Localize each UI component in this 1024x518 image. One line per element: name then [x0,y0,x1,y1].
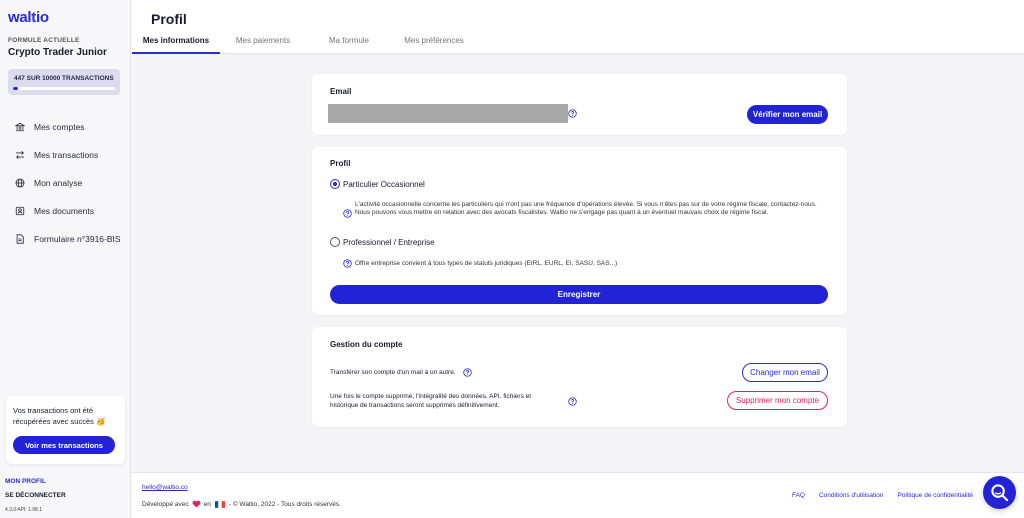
footer-dev-prefix: Développé avec [142,500,189,508]
transaction-quota: 447 SUR 10000 TRANSACTIONS [8,69,120,95]
verify-email-button[interactable]: Vérifier mon email [747,105,828,124]
sidebar-item-label: Formulaire n°3916-BIS [34,234,121,244]
plan-name: Crypto Trader Junior [8,47,107,58]
footer-links: FAQ Conditions d'utilisation Politique d… [792,492,973,499]
faq-link[interactable]: FAQ [792,492,805,499]
sidebar-item-formulaire[interactable]: Formulaire n°3916-BIS [0,225,131,253]
transfer-account-text: Transférer son compte d'un mail à un aut… [330,369,456,376]
tab-ma-formule[interactable]: Ma formule [306,33,392,54]
my-profile-link[interactable]: MON PROFIL [5,478,46,485]
sync-success-text: Vos transactions ont été récupérées avec… [13,406,106,426]
help-icon[interactable] [568,109,577,118]
sidebar-nav: Mes comptes Mes transactions Mon analyse… [0,113,131,253]
transaction-quota-text: 447 SUR 10000 TRANSACTIONS [14,75,114,82]
sidebar-item-mes-transactions[interactable]: Mes transactions [0,141,131,169]
arrows-icon [15,150,25,160]
sidebar-item-label: Mes documents [34,206,94,216]
terms-link[interactable]: Conditions d'utilisation [819,492,883,499]
help-icon[interactable] [463,368,472,377]
email-card-title: Email [330,87,352,96]
profile-type-card: Profil Particulier Occasionnel L'activit… [312,147,847,315]
bank-icon [15,122,25,132]
account-management-card: Gestion du compte Transférer son compte … [312,327,847,427]
sidebar-item-label: Mes comptes [34,122,85,132]
logout-link[interactable]: SE DÉCONNECTER [5,492,66,499]
page-header: Profil Mes informations Mes paiements Ma… [132,0,1024,54]
transaction-quota-bar [13,87,115,90]
sidebar-item-mes-documents[interactable]: Mes documents [0,197,131,225]
footer-credits: Développé avec en - © Waltio, 2022 - Tou… [142,500,341,508]
tab-mes-paiements[interactable]: Mes paiements [220,33,306,54]
sidebar-item-mes-comptes[interactable]: Mes comptes [0,113,131,141]
help-icon[interactable] [343,259,352,268]
sidebar-item-label: Mon analyse [34,178,83,188]
heart-icon [192,500,201,508]
sidebar-item-label: Mes transactions [34,150,99,160]
email-input[interactable] [328,104,568,123]
help-icon[interactable] [343,209,352,218]
transaction-quota-fill [13,87,18,90]
page-footer: hello@waltio.co Développé avec en - © Wa… [132,472,1024,518]
change-email-button[interactable]: Changer mon email [742,363,828,382]
save-button[interactable]: Enregistrer [330,285,828,304]
profile-card-title: Profil [330,159,351,168]
sidebar-item-mon-analyse[interactable]: Mon analyse [0,169,131,197]
footer-dev-in: en [203,500,211,508]
app-version: 4.3.0 API: 1.98.1 [5,507,42,513]
email-card: Email Vérifier mon email [312,74,847,135]
profile-tabs: Mes informations Mes paiements Ma formul… [132,33,476,54]
sidebar: waltio FORMULE ACTUELLE Crypto Trader Ju… [0,0,131,518]
radio-professionnel[interactable] [330,237,340,247]
radio-particulier[interactable] [330,179,340,189]
sync-success-notice: Vos transactions ont été récupérées avec… [6,396,125,464]
radio-particulier-label[interactable]: Particulier Occasionnel [343,180,425,189]
radio-professionnel-label[interactable]: Professionnel / Entreprise [343,238,435,247]
professionnel-description: Offre entreprise convient à tous types d… [355,260,618,267]
account-card-title: Gestion du compte [330,340,403,349]
page-title: Profil [151,11,187,27]
help-icon[interactable] [568,397,577,406]
file-icon [16,234,24,244]
tab-mes-informations[interactable]: Mes informations [132,33,220,54]
plan-label: FORMULE ACTUELLE [8,37,80,44]
footer-dev-suffix: - © Waltio, 2022 - Tous droits réservés. [228,500,341,508]
chat-button[interactable] [983,476,1016,509]
document-icon [15,206,25,216]
tab-mes-preferences[interactable]: Mes préférences [392,33,476,54]
globe-icon [15,178,25,188]
particulier-description: L'activité occasionnelle concerne les pa… [355,201,817,217]
delete-account-text: Une fois le compte supprimé, l'intégrali… [330,393,532,409]
search-icon [991,484,1009,502]
view-transactions-button[interactable]: Voir mes transactions [13,436,115,454]
privacy-link[interactable]: Politique de confidentialité [897,492,973,499]
france-flag-icon [214,500,225,508]
delete-account-button[interactable]: Supprimer mon compte [727,391,828,410]
waltio-logo[interactable]: waltio [8,9,49,26]
contact-email-link[interactable]: hello@waltio.co [142,484,188,491]
